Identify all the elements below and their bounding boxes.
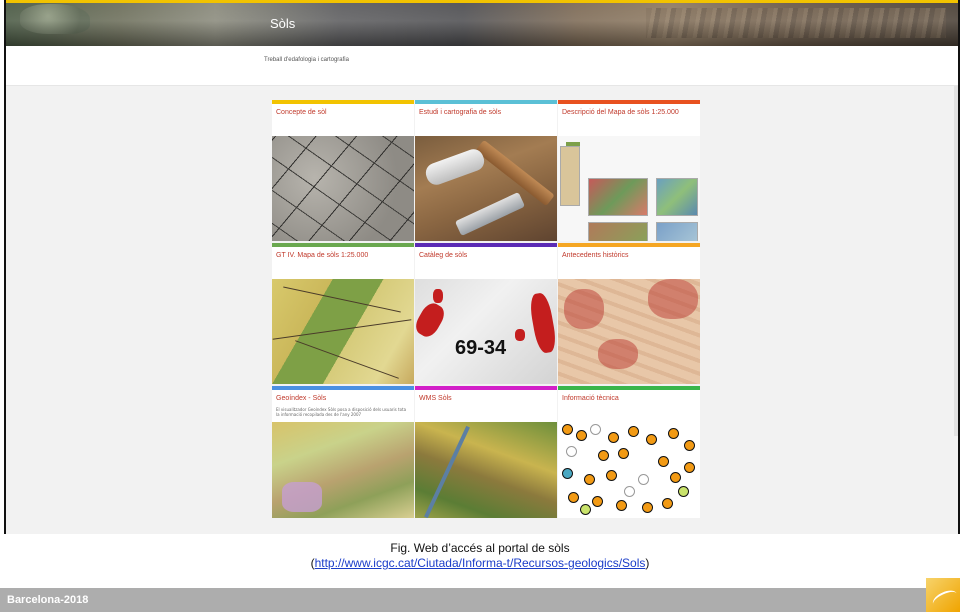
- tile-title[interactable]: Antecedents històrics: [558, 247, 700, 281]
- site-title: Sòls: [270, 16, 296, 31]
- map-legend-image[interactable]: [558, 136, 700, 241]
- caption-text: Fig. Web d’accés al portal de sòls: [390, 541, 570, 555]
- tile-title[interactable]: Estudi i cartografia de sòls: [415, 104, 557, 138]
- tile-antecedents-historics[interactable]: Antecedents històrics: [558, 243, 700, 384]
- website-screenshot: Sòls Treball d'edafologia i cartografia …: [4, 0, 960, 534]
- footer-location-year: Barcelona-2018: [7, 594, 89, 606]
- catalog-map-image[interactable]: 69-34: [415, 279, 557, 384]
- field-tools-image[interactable]: [415, 136, 557, 241]
- historic-map-image[interactable]: [558, 279, 700, 384]
- page-scrollbar[interactable]: [954, 86, 958, 436]
- tile-title[interactable]: Catàleg de sòls: [415, 247, 557, 281]
- site-header-banner: Sòls: [6, 0, 958, 46]
- tile-informacio-tecnica[interactable]: Informació tècnica: [558, 386, 700, 518]
- tile-cataleg-de-sols[interactable]: Catàleg de sòls 69-34: [415, 243, 557, 384]
- tile-estudi-cartografia[interactable]: Estudi i cartografia de sòls: [415, 100, 557, 241]
- subheader: Treball d'edafologia i cartografia: [6, 46, 958, 86]
- tile-title[interactable]: Informació tècnica: [558, 390, 700, 424]
- portal-url-link[interactable]: http://www.icgc.cat/Ciutada/Informa-t/Re…: [315, 556, 646, 570]
- tile-title[interactable]: Concepte de sòl: [272, 104, 414, 138]
- tile-description: El visualitzador Geoíndex Sòls posa a di…: [276, 407, 407, 418]
- tile-gt-iv-mapa[interactable]: GT IV. Mapa de sòls 1:25.000: [272, 243, 414, 384]
- wms-map-image[interactable]: [415, 422, 557, 518]
- geologic-map-image[interactable]: [272, 279, 414, 384]
- header-accent-line: [6, 0, 958, 3]
- slide-footer: Barcelona-2018: [0, 578, 960, 612]
- points-map-image[interactable]: [558, 422, 700, 518]
- figure-caption: Fig. Web d’accés al portal de sòls (http…: [0, 541, 960, 571]
- geoindex-map-image[interactable]: [272, 422, 414, 518]
- corner-logo-icon: [926, 578, 960, 612]
- tile-wms-sols[interactable]: WMS Sòls: [415, 386, 557, 518]
- soil-cracks-image[interactable]: [272, 136, 414, 241]
- catalog-code-label: 69-34: [455, 337, 507, 359]
- slide: Sòls Treball d'edafologia i cartografia …: [0, 0, 960, 612]
- tiles-grid: Concepte de sòl Estudi i cartografia de …: [272, 100, 700, 518]
- caption-url-line: (http://www.icgc.cat/Ciutada/Informa-t/R…: [310, 556, 650, 570]
- tile-descripcio-mapa[interactable]: Descripció del Mapa de sòls 1:25.000: [558, 100, 700, 241]
- breadcrumb[interactable]: Treball d'edafologia i cartografia: [264, 57, 349, 63]
- tile-title[interactable]: GT IV. Mapa de sòls 1:25.000: [272, 247, 414, 281]
- tile-concepte-de-sol[interactable]: Concepte de sòl: [272, 100, 414, 241]
- tile-title[interactable]: Descripció del Mapa de sòls 1:25.000: [558, 104, 700, 138]
- tile-geoindex-sols[interactable]: Geoíndex - Sòls El visualitzador Geoínde…: [272, 386, 414, 518]
- tile-title[interactable]: WMS Sòls: [415, 390, 557, 424]
